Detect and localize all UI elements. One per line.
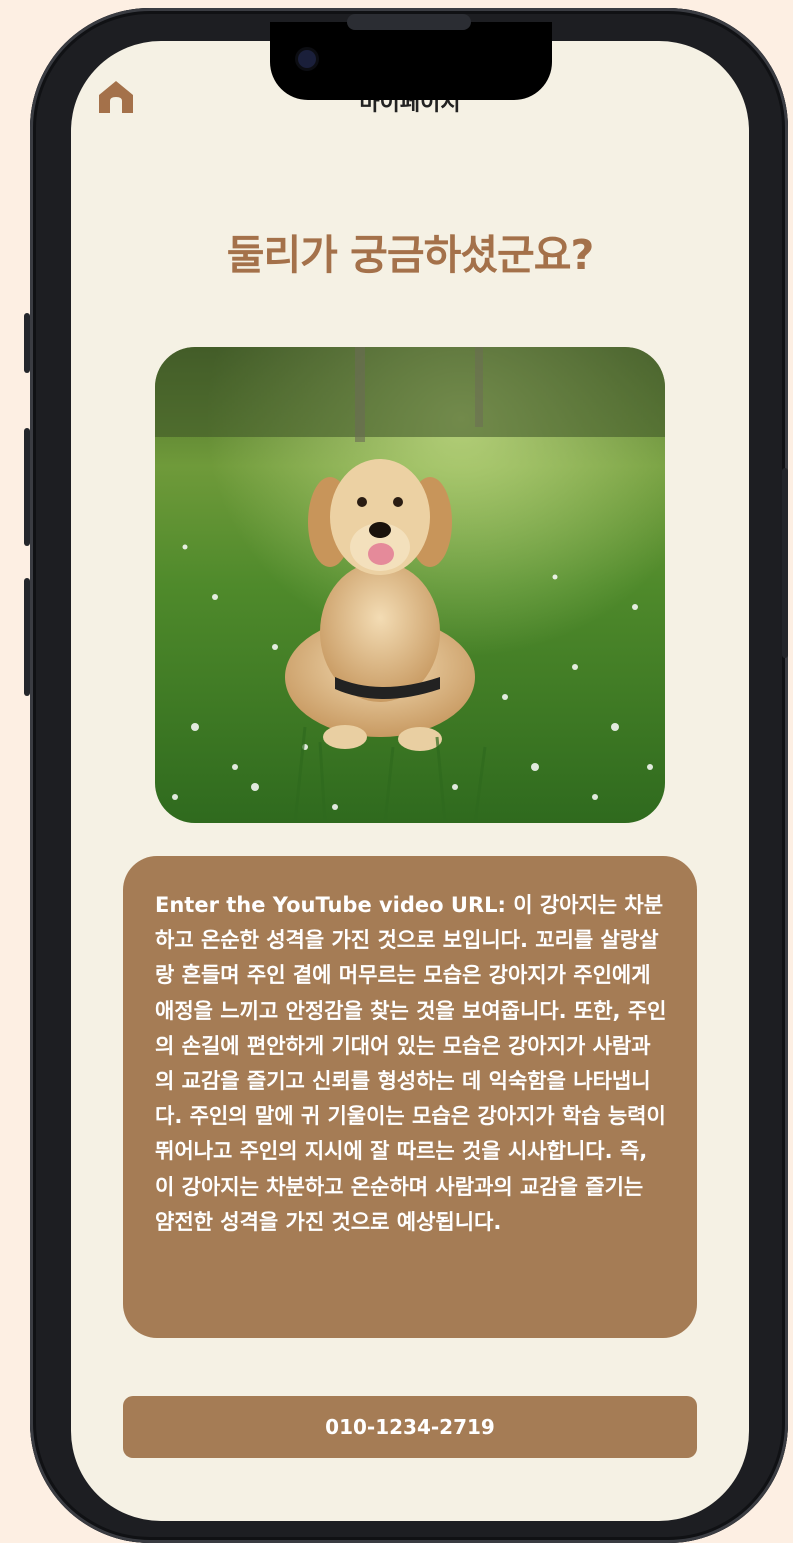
volume-up-button xyxy=(24,428,30,546)
description-card: Enter the YouTube video URL: 이 강아지는 차분하고… xyxy=(123,856,697,1338)
power-button xyxy=(782,468,788,658)
speaker-grille xyxy=(347,14,471,30)
front-camera xyxy=(298,50,316,68)
description-text: Enter the YouTube video URL: 이 강아지는 차분하고… xyxy=(155,893,667,1234)
app-screen: 마이페이지 둘리가 궁금하셨군요? Enter the YouTube vide… xyxy=(71,41,749,1521)
volume-down-button xyxy=(24,578,30,696)
phone-number-button[interactable]: 010-1234-2719 xyxy=(123,1396,697,1458)
dog-photo xyxy=(155,347,665,823)
home-icon[interactable] xyxy=(97,79,135,115)
main-title: 둘리가 궁금하셨군요? xyxy=(226,231,595,279)
silent-switch xyxy=(24,313,30,373)
